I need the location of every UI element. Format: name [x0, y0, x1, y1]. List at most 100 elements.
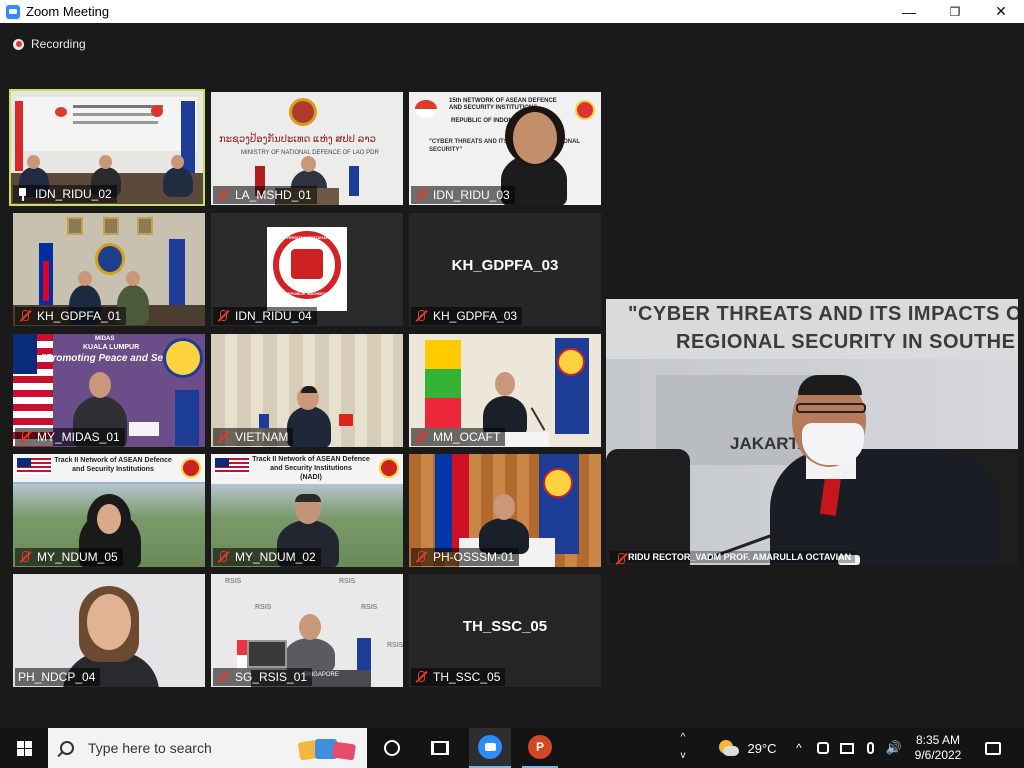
rsis-wall-text: RSIS	[387, 642, 403, 649]
video-tile-th-ssc-05[interactable]: TH_SSC_05 TH_SSC_05	[409, 574, 601, 687]
university-logo-text-top: UNIVERSITAS PERTAHANAN	[279, 235, 335, 240]
midas-title: MiDAS	[95, 336, 115, 342]
restore-button[interactable]: ❐	[932, 0, 978, 23]
participant-name-tag: SG_RSIS_01	[213, 668, 313, 686]
participant-name: KH_GDPFA_03	[433, 309, 518, 323]
ndum-banner: Track II Network of ASEAN Defence and Se…	[54, 457, 172, 473]
video-tile-vietnam[interactable]: VIETNAM	[211, 334, 403, 447]
taskbar-search-box[interactable]: Type here to search	[48, 728, 367, 768]
search-placeholder: Type here to search	[88, 740, 212, 756]
university-logo-text-bottom: REPUBLIK INDONESIA	[285, 291, 329, 296]
start-button[interactable]	[0, 728, 48, 768]
meet-now-icon	[817, 742, 829, 754]
mic-muted-icon	[414, 309, 428, 323]
show-hidden-icons-button[interactable]: ^	[790, 728, 808, 768]
participant-name: MM_OCAFT	[433, 430, 501, 444]
title-bar: Zoom Meeting — ❐ ✕	[0, 0, 1024, 23]
mic-muted-icon	[216, 670, 230, 684]
video-tile-my-ndum-05[interactable]: Track II Network of ASEAN Defence and Se…	[13, 454, 205, 567]
chevron-up-icon: ^	[680, 732, 686, 743]
participant-name-tag: PH-OSSSM-01	[411, 548, 520, 566]
participant-name: MY_NDUM_05	[37, 550, 118, 564]
speaker-name-tag: RIDU RECTOR_VADM PROF. AMARULLA OCTAVIAN	[610, 551, 856, 564]
volume-icon: 🔊	[885, 740, 903, 755]
meeting-area: Recording IDN_RIDU_02 ກະຊວງປ້ອງກັນປະເທດ …	[0, 23, 1024, 728]
rsis-wall-text: RSIS	[225, 578, 242, 585]
participant-name-tag: MY_NDUM_02	[213, 548, 321, 566]
video-tile-my-ndum-02[interactable]: Track II Network of ASEAN Defence and Se…	[211, 454, 403, 567]
mic-muted-icon	[614, 552, 625, 564]
recording-indicator[interactable]: Recording	[13, 37, 86, 51]
rsis-wall-text: RSIS	[361, 604, 378, 611]
scroll-arrows[interactable]: ^ v	[676, 728, 690, 768]
video-tile-ph-osssm-01[interactable]: PH-OSSSM-01	[409, 454, 601, 567]
participant-name-tag: LA_MSHD_01	[213, 186, 317, 204]
tray-meet-now-button[interactable]	[814, 728, 832, 768]
video-tile-la-mshd-01[interactable]: ກະຊວງປ້ອງກັນປະເທດ ແຫ່ງ ສປປ ລາວ MINISTRY …	[211, 92, 403, 205]
participant-name: SG_RSIS_01	[235, 670, 308, 684]
participant-name: IDN_RIDU_03	[433, 188, 510, 202]
participant-name-tag: IDN_RIDU_02	[13, 185, 117, 203]
video-tile-idn-ridu-03[interactable]: 15th NETWORK OF ASEAN DEFENCE AND SECURI…	[409, 92, 601, 205]
mic-muted-icon	[414, 430, 428, 444]
participant-name: PH-OSSSM-01	[433, 550, 515, 564]
participant-center-name: TH_SSC_05	[462, 618, 548, 635]
task-view-button[interactable]	[427, 728, 453, 768]
participant-name-tag: PH_NDCP_04	[15, 668, 101, 686]
active-speaker-video[interactable]: "CYBER THREATS AND ITS IMPACTS ON REGION…	[606, 299, 1018, 565]
la-banner-text: MINISTRY OF NATIONAL DEFENCE OF LAO PDR	[241, 150, 379, 156]
video-tile-ph-ndcp-04[interactable]: PH_NDCP_04	[13, 574, 205, 687]
video-tile-kh-gdpfa-03[interactable]: KH_GDPFA_03 KH_GDPFA_03	[409, 213, 601, 326]
ndum-banner-nadi: (NADI)	[300, 474, 322, 481]
participant-name-tag: MM_OCAFT	[411, 428, 506, 446]
minimize-button[interactable]: —	[886, 0, 932, 23]
clock-date: 9/6/2022	[914, 748, 962, 762]
zoom-app-icon	[6, 4, 20, 19]
zoom-taskbar-button[interactable]	[469, 728, 511, 768]
participant-name-tag: MY_MIDAS_01	[15, 428, 125, 446]
tray-volume-button[interactable]: 🔊	[884, 728, 904, 768]
rsis-wall-text: RSIS	[339, 578, 356, 585]
action-center-button[interactable]	[980, 728, 1006, 768]
participant-name: VIETNAM	[235, 430, 289, 444]
mic-muted-icon	[414, 670, 428, 684]
recording-label: Recording	[31, 37, 86, 51]
video-tile-sg-rsis-01[interactable]: RSIS RSIS RSIS RSIS RSIS SINGAPORE SG_RS…	[211, 574, 403, 687]
chevron-up-icon: ^	[796, 741, 802, 755]
speaker-backdrop-text-1: "CYBER THREATS AND ITS IMPACTS ON	[628, 303, 1018, 325]
tray-network-button[interactable]	[838, 728, 856, 768]
close-button[interactable]: ✕	[978, 0, 1024, 23]
mic-muted-icon	[18, 309, 32, 323]
mic-muted-icon	[216, 430, 230, 444]
video-tile-idn-ridu-02[interactable]: IDN_RIDU_02	[9, 89, 205, 206]
window-title: Zoom Meeting	[26, 4, 110, 19]
participant-name: MY_MIDAS_01	[37, 430, 120, 444]
pin-icon	[16, 187, 30, 201]
mic-muted-icon	[216, 309, 230, 323]
taskbar-clock[interactable]: 8:35 AM 9/6/2022	[908, 728, 968, 768]
chevron-down-icon: v	[680, 750, 686, 761]
video-tile-mm-ocaft[interactable]: MM_OCAFT	[409, 334, 601, 447]
video-tile-my-midas-01[interactable]: MiDAS KUALA LUMPUR "Promoting Peace and …	[13, 334, 205, 447]
ndum-banner: Track II Network of ASEAN Defence and Se…	[252, 456, 370, 472]
video-tile-kh-gdpfa-01[interactable]: KH_GDPFA_01	[13, 213, 205, 326]
mic-muted-icon	[414, 550, 428, 564]
participant-name: MY_NDUM_02	[235, 550, 316, 564]
microphone-icon	[866, 742, 874, 754]
participant-name: IDN_RIDU_04	[235, 309, 312, 323]
zoom-icon	[478, 735, 502, 759]
participant-name: IDN_RIDU_02	[35, 187, 112, 201]
tray-microphone-button[interactable]	[862, 728, 878, 768]
clock-time: 8:35 AM	[915, 733, 961, 747]
participant-name: LA_MSHD_01	[235, 188, 312, 202]
video-tile-idn-ridu-04[interactable]: UNIVERSITAS PERTAHANAN REPUBLIK INDONESI…	[211, 213, 403, 326]
midas-city: KUALA LUMPUR	[83, 344, 140, 351]
rsis-wall-text: RSIS	[255, 604, 272, 611]
weather-widget[interactable]: 29°C	[714, 728, 780, 768]
powerpoint-taskbar-button[interactable]: P	[522, 728, 558, 768]
weather-sun-cloud-icon	[717, 740, 740, 756]
participant-name: KH_GDPFA_01	[37, 309, 122, 323]
cortana-button[interactable]	[380, 728, 404, 768]
participant-name-tag: MY_NDUM_05	[15, 548, 123, 566]
participant-name-tag: TH_SSC_05	[411, 668, 506, 686]
